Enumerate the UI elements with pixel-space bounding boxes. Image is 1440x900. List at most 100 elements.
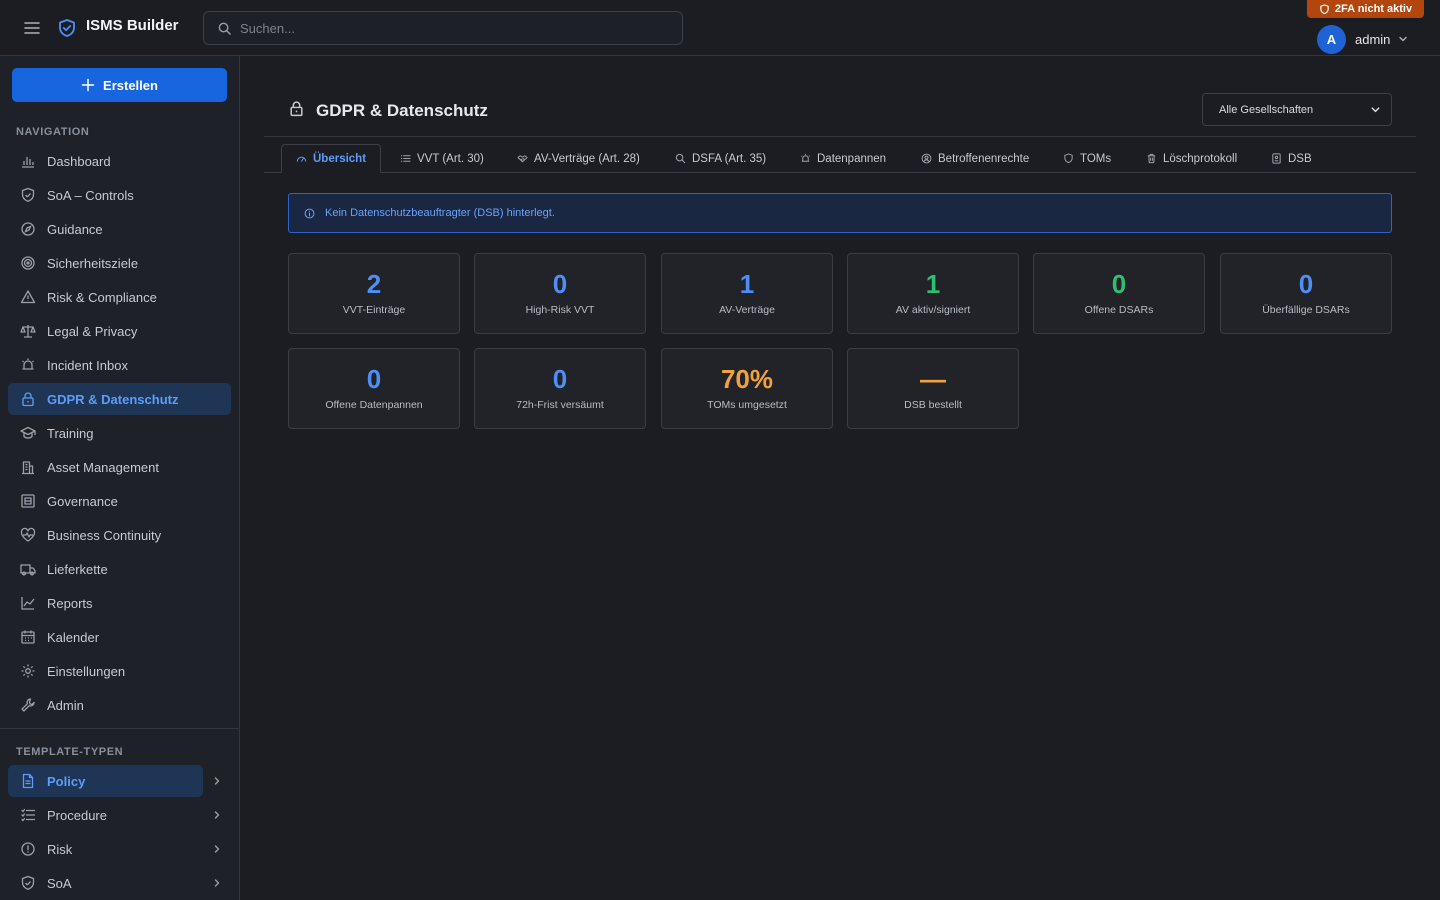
tab-uebersicht[interactable]: Übersicht xyxy=(281,144,382,173)
handshake-icon xyxy=(517,153,528,164)
stat-card-toms-umgesetzt[interactable]: 70% TOMs umgesetzt xyxy=(661,348,833,429)
stat-value: 0 xyxy=(1298,269,1314,299)
template-item-policy[interactable]: Policy xyxy=(8,765,203,797)
shield-icon xyxy=(1063,153,1074,164)
stat-card-ueberfaellige-dsars[interactable]: 0 Überfällige DSARs xyxy=(1220,253,1392,334)
search-icon xyxy=(217,21,232,36)
tab-betroffenenrechte[interactable]: Betroffenenrechte xyxy=(907,144,1043,173)
sidebar-item-dashboard[interactable]: Dashboard xyxy=(8,145,231,177)
user-circle-icon xyxy=(921,153,932,164)
company-select-value: Alle Gesellschaften xyxy=(1219,103,1314,116)
alert-text: Kein Datenschutzbeauftragter (DSB) hinte… xyxy=(325,207,555,219)
sidebar-item-label: Einstellungen xyxy=(47,663,126,679)
sidebar-item-incident-inbox[interactable]: Incident Inbox xyxy=(8,349,231,381)
tab-loeschprotokoll[interactable]: Löschprotokoll xyxy=(1132,144,1251,173)
stat-value: 0 xyxy=(1111,269,1127,299)
alarm-icon xyxy=(20,357,36,373)
stat-card-av-vertraege[interactable]: 1 AV-Verträge xyxy=(661,253,833,334)
stat-value: 2 xyxy=(366,269,382,299)
sidebar-item-risk-compliance[interactable]: Risk & Compliance xyxy=(8,281,231,313)
stat-card-offene-dsars[interactable]: 0 Offene DSARs xyxy=(1033,253,1205,334)
stat-value: 1 xyxy=(925,269,941,299)
stat-value: 0 xyxy=(366,364,382,394)
heart-pulse-icon xyxy=(20,527,36,543)
sidebar-item-soa-controls[interactable]: SoA – Controls xyxy=(8,179,231,211)
template-item-soa[interactable]: SoA xyxy=(8,867,203,899)
sidebar-item-training[interactable]: Training xyxy=(8,417,231,449)
sidebar-item-kalender[interactable]: Kalender xyxy=(8,621,231,653)
chevron-right-icon[interactable] xyxy=(211,877,223,889)
sidebar-item-asset-management[interactable]: Asset Management xyxy=(8,451,231,483)
stat-value: 70% xyxy=(720,364,774,394)
tab-av-vertraege[interactable]: AV-Verträge (Art. 28) xyxy=(503,144,654,173)
tab-dsb[interactable]: DSB xyxy=(1257,144,1326,173)
shield-check-icon xyxy=(20,187,36,203)
sidebar-item-einstellungen[interactable]: Einstellungen xyxy=(8,655,231,687)
chevron-right-icon[interactable] xyxy=(211,843,223,855)
tab-vvt[interactable]: VVT (Art. 30) xyxy=(386,144,498,173)
sidebar-item-label: Dashboard xyxy=(47,153,111,169)
tab-datenpannen[interactable]: Datenpannen xyxy=(786,144,900,173)
tab-dsfa[interactable]: DSFA (Art. 35) xyxy=(661,144,780,173)
search-input[interactable] xyxy=(240,12,670,44)
sidebar-item-label: Sicherheitsziele xyxy=(47,255,139,271)
twofa-warning-badge[interactable]: 2FA nicht aktiv xyxy=(1307,0,1424,18)
line-chart-icon xyxy=(20,595,36,611)
tab-label: Löschprotokoll xyxy=(1163,152,1238,165)
sidebar-item-label: GDPR & Datenschutz xyxy=(47,391,179,407)
tab-label: Datenpannen xyxy=(817,152,887,165)
sidebar-item-sicherheitsziele[interactable]: Sicherheitsziele xyxy=(8,247,231,279)
sidebar-item-guidance[interactable]: Guidance xyxy=(8,213,231,245)
user-menu[interactable]: A admin xyxy=(1317,24,1409,54)
stat-label: Offene DSARs xyxy=(1084,304,1154,316)
stat-card-dsb-bestellt[interactable]: — DSB bestellt xyxy=(847,348,1019,429)
page-title: GDPR & Datenschutz xyxy=(316,101,488,120)
template-item-label: Risk xyxy=(47,841,73,857)
stat-label: AV-Verträge xyxy=(719,304,775,316)
create-button[interactable]: Erstellen xyxy=(12,68,227,102)
sidebar-item-business-continuity[interactable]: Business Continuity xyxy=(8,519,231,551)
sidebar-item-governance[interactable]: Governance xyxy=(8,485,231,517)
stat-label: High-Risk VVT xyxy=(525,304,595,316)
stat-card-high-risk-vvt[interactable]: 0 High-Risk VVT xyxy=(474,253,646,334)
sidebar-item-admin[interactable]: Admin xyxy=(8,689,231,721)
scale-icon xyxy=(20,323,36,339)
tab-label: DSFA (Art. 35) xyxy=(692,152,767,165)
stat-value: — xyxy=(920,364,946,394)
bar-chart-icon xyxy=(20,153,36,169)
sidebar-item-reports[interactable]: Reports xyxy=(8,587,231,619)
trash-icon xyxy=(1146,153,1157,164)
nav-section-label: NAVIGATION xyxy=(16,126,90,138)
chevron-down-icon xyxy=(1370,104,1381,115)
gear-icon xyxy=(20,663,36,679)
lock-icon xyxy=(288,100,305,117)
company-select[interactable]: Alle Gesellschaften xyxy=(1202,93,1392,126)
template-item-risk[interactable]: Risk xyxy=(8,833,203,865)
template-item-label: Procedure xyxy=(47,807,107,823)
tab-label: TOMs xyxy=(1080,152,1112,165)
global-search[interactable] xyxy=(203,11,683,45)
target-icon xyxy=(20,255,36,271)
stat-card-av-aktiv-signiert[interactable]: 1 AV aktiv/signiert xyxy=(847,253,1019,334)
sidebar-item-lieferkette[interactable]: Lieferkette xyxy=(8,553,231,585)
warning-triangle-icon xyxy=(20,289,36,305)
tab-toms[interactable]: TOMs xyxy=(1049,144,1125,173)
chevron-right-icon[interactable] xyxy=(211,809,223,821)
stat-card-vvt-eintraege[interactable]: 2 VVT-Einträge xyxy=(288,253,460,334)
avatar: A xyxy=(1317,24,1346,54)
badge-icon xyxy=(1271,153,1282,164)
alarm-icon xyxy=(800,153,811,164)
chevron-right-icon[interactable] xyxy=(211,775,223,787)
hamburger-menu-icon[interactable] xyxy=(22,18,42,38)
sidebar-item-gdpr-datenschutz[interactable]: GDPR & Datenschutz xyxy=(8,383,231,415)
template-item-procedure[interactable]: Procedure xyxy=(8,799,203,831)
stat-card-72h-frist[interactable]: 0 72h-Frist versäumt xyxy=(474,348,646,429)
sidebar-item-label: SoA – Controls xyxy=(47,187,134,203)
tab-label: DSB xyxy=(1288,152,1312,165)
graduation-cap-icon xyxy=(20,425,36,441)
stat-card-offene-datenpannen[interactable]: 0 Offene Datenpannen xyxy=(288,348,460,429)
sidebar-item-label: Asset Management xyxy=(47,459,160,475)
stat-label: DSB bestellt xyxy=(904,399,962,411)
sidebar-item-legal-privacy[interactable]: Legal & Privacy xyxy=(8,315,231,347)
stat-value: 1 xyxy=(739,269,755,299)
